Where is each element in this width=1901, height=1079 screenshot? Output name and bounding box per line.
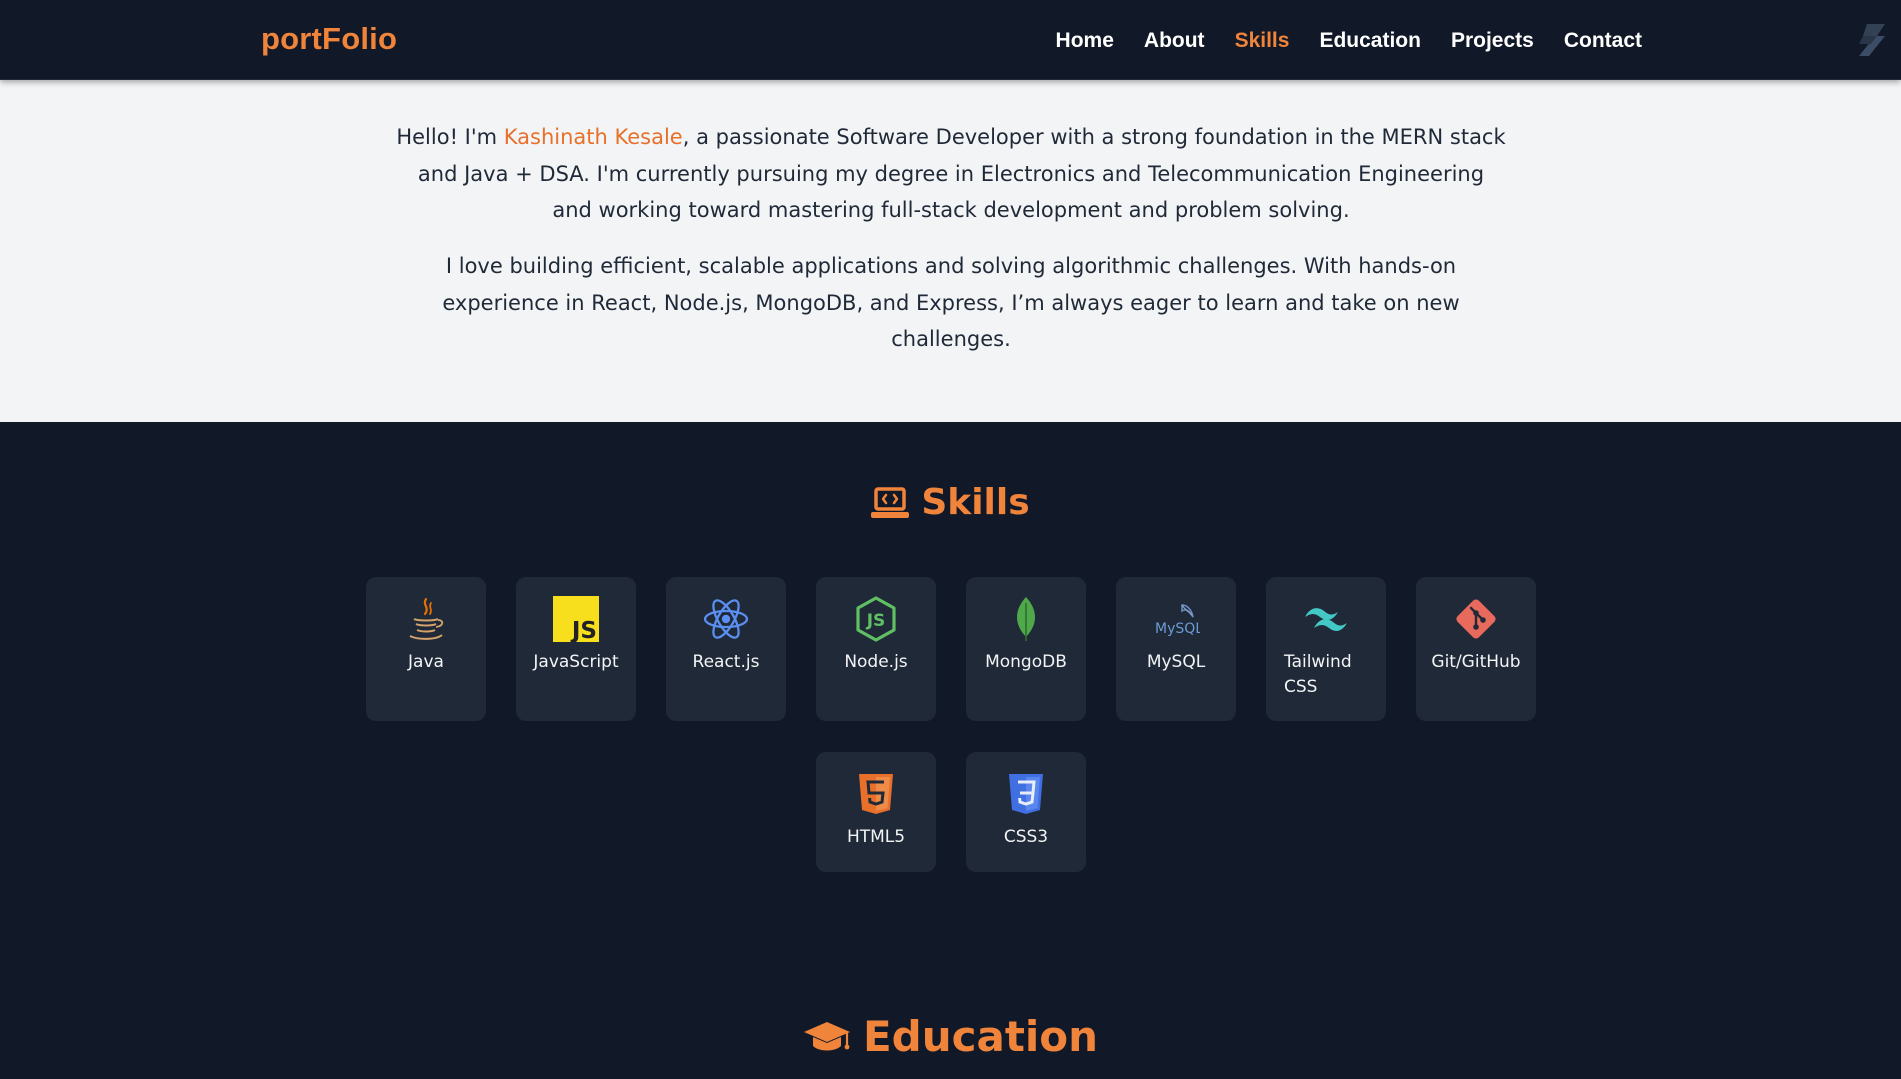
- git-icon: [1452, 595, 1500, 643]
- nav-link-contact[interactable]: Contact: [1564, 27, 1642, 54]
- highlighted-name: Kashinath Kesale: [503, 125, 683, 149]
- skill-label: CSS3: [1003, 827, 1049, 847]
- mysql-icon: MySQL: [1152, 595, 1200, 643]
- java-icon: [402, 595, 450, 643]
- skills-section: Skills Java JS JavaScript React.js JS No…: [0, 422, 1901, 1079]
- skill-card-tailwind[interactable]: Tailwind CSS: [1266, 577, 1386, 721]
- svg-text:JS: JS: [570, 618, 597, 642]
- skill-card-nodejs[interactable]: JS Node.js: [816, 577, 936, 721]
- skill-label: Tailwind CSS: [1284, 652, 1352, 697]
- graduation-cap-icon: [803, 1020, 851, 1054]
- svg-text:JS: JS: [866, 611, 886, 631]
- skill-card-git[interactable]: Git/GitHub: [1416, 577, 1536, 721]
- nodejs-icon: JS: [852, 595, 900, 643]
- about-paragraph-intro: Hello! I'm Kashinath Kesale, a passionat…: [396, 119, 1506, 229]
- skill-label: MySQL: [1146, 652, 1206, 672]
- react-icon: [702, 595, 750, 643]
- html5-icon: [852, 770, 900, 818]
- skill-card-java[interactable]: Java: [366, 577, 486, 721]
- nav-link-home[interactable]: Home: [1056, 27, 1114, 54]
- mongodb-icon: [1002, 595, 1050, 643]
- skill-card-css3[interactable]: CSS3: [966, 752, 1086, 872]
- skill-label: Java: [408, 652, 444, 672]
- nav-link-about[interactable]: About: [1144, 27, 1205, 54]
- skill-card-html5[interactable]: HTML5: [816, 752, 936, 872]
- nav-link-education[interactable]: Education: [1319, 27, 1421, 54]
- nav-links: Home About Skills Education Projects Con…: [1026, 27, 1642, 54]
- skill-label: Git/GitHub: [1431, 652, 1521, 672]
- skill-label: MongoDB: [985, 652, 1067, 672]
- lightning-logo-icon[interactable]: [1855, 22, 1889, 58]
- tailwind-icon: [1302, 595, 1350, 643]
- skill-card-javascript[interactable]: JS JavaScript: [516, 577, 636, 721]
- svg-text:MySQL: MySQL: [1155, 621, 1200, 637]
- skill-label: Node.js: [844, 652, 908, 672]
- about-section: Hello! I'm Kashinath Kesale, a passionat…: [0, 80, 1901, 422]
- education-heading: Education: [0, 1012, 1901, 1061]
- javascript-icon: JS: [552, 595, 600, 643]
- site-logo[interactable]: portFolio: [261, 21, 397, 57]
- skill-card-mongodb[interactable]: MongoDB: [966, 577, 1086, 721]
- skill-label: HTML5: [846, 827, 906, 847]
- education-title-text: Education: [862, 1012, 1099, 1061]
- skill-card-mysql[interactable]: MySQL MySQL: [1116, 577, 1236, 721]
- nav-link-skills[interactable]: Skills: [1235, 27, 1290, 54]
- navbar: portFolio Home About Skills Education Pr…: [0, 0, 1901, 80]
- skill-label: JavaScript: [533, 652, 619, 672]
- about-paragraph-experience: I love building efficient, scalable appl…: [442, 254, 1460, 351]
- skill-label: React.js: [692, 652, 760, 672]
- skills-grid: Java JS JavaScript React.js JS Node.js M…: [0, 422, 1901, 1079]
- css3-icon: [1002, 770, 1050, 818]
- about-intro-prefix: Hello! I'm: [396, 125, 504, 149]
- nav-link-projects[interactable]: Projects: [1451, 27, 1534, 54]
- skill-card-react[interactable]: React.js: [666, 577, 786, 721]
